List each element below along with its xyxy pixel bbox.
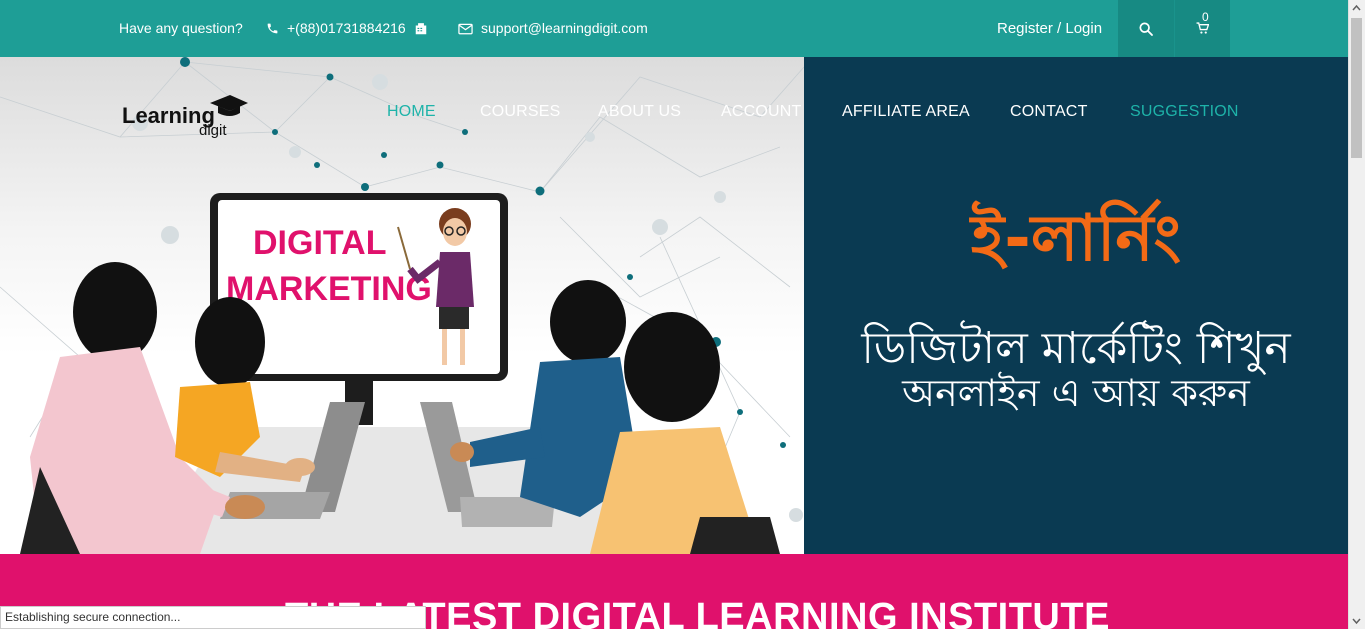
register-login-link[interactable]: Register / Login [997, 0, 1102, 57]
email-address: support@learningdigit.com [481, 20, 648, 36]
screen-text-digital: DIGITAL [253, 224, 386, 262]
scroll-up-button[interactable] [1348, 0, 1365, 17]
chevron-up-icon [1352, 4, 1361, 11]
hero-illustration-panel: DIGITAL MARKETING Learning digit [0, 57, 804, 554]
envelope-icon [458, 23, 473, 34]
email-link[interactable]: support@learningdigit.com [458, 0, 648, 57]
site-logo[interactable]: Learning digit [122, 95, 252, 145]
search-icon [1139, 21, 1153, 36]
chevron-down-icon [1352, 618, 1361, 625]
scroll-down-button[interactable] [1348, 612, 1365, 629]
search-button[interactable] [1118, 0, 1174, 57]
cart-button[interactable] [1174, 0, 1230, 57]
phone-icon [267, 23, 278, 34]
cart-count-badge: 0 [1202, 10, 1209, 24]
hero-section: DIGITAL MARKETING Learning digit [0, 57, 1348, 554]
nav-suggestion[interactable]: SUGGESTION [1130, 103, 1239, 125]
scrollbar-thumb[interactable] [1351, 18, 1362, 158]
screen-text-marketing: MARKETING [226, 270, 432, 308]
banner-title: ই-লার্নিং [970, 202, 1182, 276]
nav-home[interactable]: HOME [387, 103, 436, 125]
fax-icon [415, 22, 426, 34]
phone-number: +(88)01731884216 [287, 20, 406, 36]
hero-illustration: DIGITAL MARKETING [0, 57, 804, 554]
banner-panel [804, 57, 1348, 554]
nav-contact[interactable]: CONTACT [1010, 103, 1088, 125]
question-text: Have any question? [119, 20, 243, 36]
nav-about-us[interactable]: ABOUT US [598, 103, 681, 125]
phone-link[interactable]: +(88)01731884216 [266, 0, 428, 57]
nav-courses[interactable]: COURSES [480, 103, 561, 125]
nav-account[interactable]: ACCOUNT [721, 103, 802, 125]
nav-affiliate-area[interactable]: AFFILIATE AREA [842, 103, 970, 125]
banner-subtitle-line2: অনলাইন এ আয় করুন [902, 371, 1250, 415]
browser-status-bar: Establishing secure connection... [0, 606, 426, 629]
graduation-cap-icon [210, 95, 248, 116]
logo-text-digit: digit [199, 122, 227, 139]
